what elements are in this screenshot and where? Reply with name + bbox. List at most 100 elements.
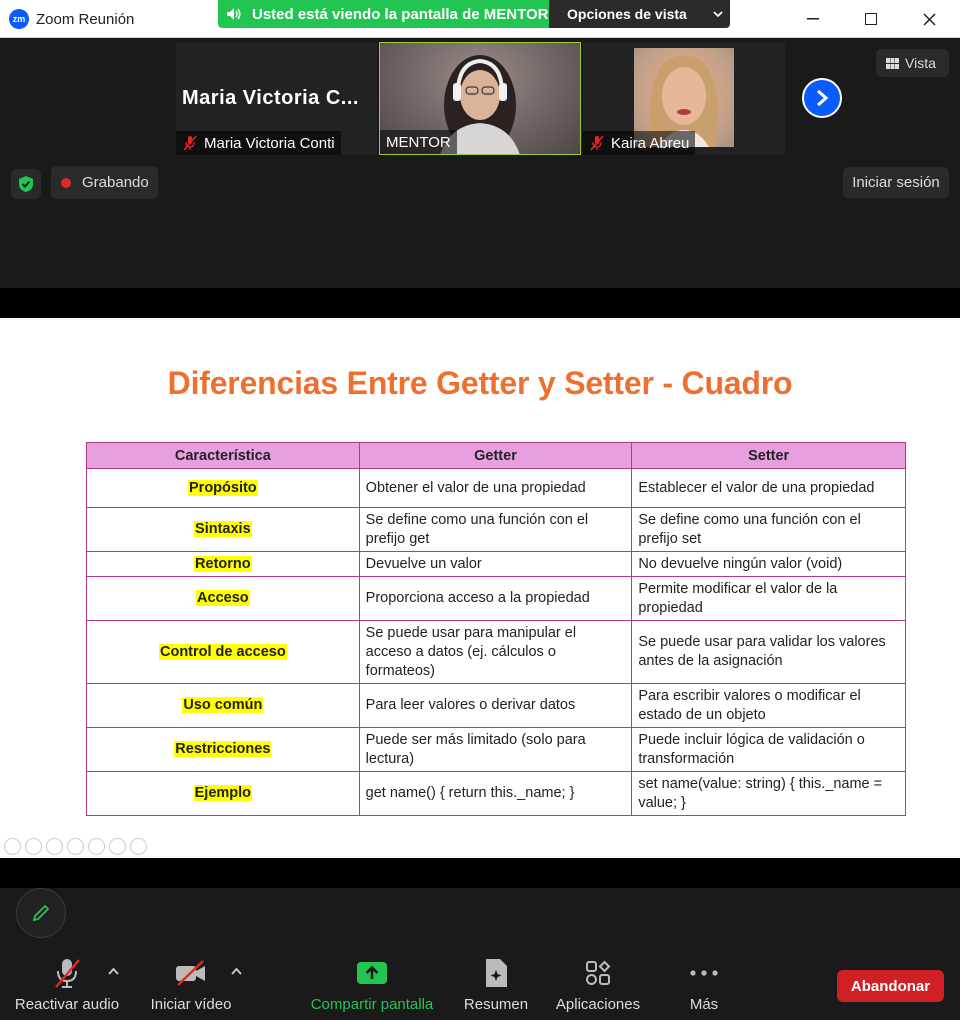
copy-icon[interactable] [67,838,84,855]
share-status: Usted está viendo la pantalla de MENTOR [218,0,549,28]
participant-label: MENTOR [380,130,457,154]
participant-label: Maria Victoria Conti [176,131,341,155]
feature-label: Propósito [188,479,258,496]
share-letterbox-bottom [0,858,960,888]
slide-title: Diferencias Entre Getter y Setter - Cuad… [167,365,793,401]
participant-display-name: Maria Victoria C... [182,87,359,109]
apps-button[interactable]: Aplicaciones [554,955,642,1013]
apps-icon [585,955,611,991]
pen-icon[interactable] [46,838,63,855]
feature-label: Acceso [196,590,250,606]
setter-cell: Puede incluir lógica de validación o tra… [631,727,906,772]
leave-meeting-button[interactable]: Abandonar [837,970,944,1002]
window-title: Zoom Reunión [36,11,135,28]
chevron-down-icon [713,10,723,17]
feature-cell: Control de acceso [86,620,360,684]
participant-tile[interactable]: Kaira Abreu [583,42,785,155]
feature-label: Sintaxis [194,521,252,537]
share-screen-icon [356,955,388,991]
more-dots-icon [690,955,718,991]
setter-cell: Se define como una función con el prefij… [631,507,906,552]
column-header: Setter [631,442,906,469]
minimize-button[interactable] [784,0,842,38]
feature-label: Retorno [194,555,252,572]
start-video-button[interactable]: Iniciar vídeo [146,955,236,1013]
audio-options-chevron-up-icon[interactable] [108,967,119,975]
table-row: Control de acceso Se puede usar para man… [86,620,906,684]
feature-cell: Ejemplo [86,771,360,816]
unmute-audio-button[interactable]: Reactivar audio [14,955,120,1013]
view-options-label: Opciones de vista [567,6,687,22]
video-gallery: Maria Victoria C... Maria Victoria Conti [0,38,960,288]
recording-dot-icon [61,177,71,188]
microphone-muted-icon [52,955,82,991]
share-status-text: Usted está viendo la pantalla de MENTOR [252,5,549,23]
table-row: Restricciones Puede ser más limitado (so… [86,727,906,772]
table-row: Acceso Proporciona acceso a la propiedad… [86,576,906,621]
feature-cell: Uso común [86,683,360,728]
table-row: Sintaxis Se define como una función con … [86,507,906,552]
table-row: Retorno Devuelve un valor No devuelve ni… [86,551,906,577]
feature-label: Restricciones [174,741,272,757]
start-video-label: Iniciar vídeo [150,996,232,1013]
chevron-right-icon [817,89,828,107]
next-slide-icon[interactable] [25,838,42,855]
feature-cell: Propósito [86,468,360,508]
next-page-button[interactable] [802,78,842,118]
minimize-icon [807,18,819,20]
annotate-button[interactable] [16,888,66,938]
recording-indicator[interactable]: Grabando [51,166,158,199]
more-label: Más [689,996,719,1013]
summary-label: Resumen [463,996,529,1013]
camera-icon[interactable] [109,838,126,855]
view-button-label: Vista [905,55,936,71]
screen-share-banner: Usted está viendo la pantalla de MENTOR … [218,0,730,28]
table-row: Ejemplo get name() { return this._name; … [86,771,906,816]
previous-slide-icon[interactable] [4,838,21,855]
grid-icon [886,57,899,69]
meeting-toolbar: Reactivar audio Iniciar vídeo Compartir … [0,955,960,1020]
getter-cell: Puede ser más limitado (solo para lectur… [358,727,633,772]
video-options-chevron-up-icon[interactable] [231,967,242,975]
sign-in-button[interactable]: Iniciar sesión [843,167,949,198]
more-icon[interactable] [130,838,147,855]
setter-cell: Para escribir valores o modificar el est… [631,683,906,728]
security-shield-button[interactable] [11,169,41,199]
feature-cell: Restricciones [86,727,360,772]
video-off-icon [174,955,208,991]
participant-name: MENTOR [386,133,451,151]
shield-icon [19,176,33,192]
setter-cell: Establecer el valor de una propiedad [631,468,906,508]
participant-label: Kaira Abreu [583,131,696,155]
feature-cell: Sintaxis [86,507,360,552]
column-header: Característica [86,442,360,469]
setter-cell: set name(value: string) { this._name = v… [631,771,906,816]
column-header: Getter [358,442,633,469]
participant-name: Kaira Abreu [611,134,690,152]
feature-label: Control de acceso [158,643,287,660]
view-options-dropdown[interactable]: Opciones de vista [549,0,730,28]
getter-cell: Proporciona acceso a la propiedad [358,576,633,621]
microphone-muted-icon [590,135,604,151]
view-button[interactable]: Vista [876,49,949,77]
table-row: Propósito Obtener el valor de una propie… [86,468,906,508]
zoom-logo-icon: zm [9,9,29,29]
maximize-button[interactable] [842,0,900,38]
share-screen-button[interactable]: Compartir pantalla [306,955,438,1013]
feature-cell: Retorno [86,551,360,577]
close-button[interactable] [900,0,958,38]
summary-button[interactable]: Resumen [462,955,530,1013]
slide-annotation-controls [4,838,147,855]
getter-cell: Se define como una función con el prefij… [358,507,633,552]
participant-tile-active-speaker[interactable]: MENTOR [379,42,581,155]
speaker-icon [227,8,241,20]
getter-cell: Obtener el valor de una propiedad [358,468,633,508]
zoom-icon[interactable] [88,838,105,855]
getter-cell: Se puede usar para manipular el acceso a… [358,620,633,684]
participant-tile[interactable]: Maria Victoria C... Maria Victoria Conti [176,42,377,155]
more-button[interactable]: Más [680,955,728,1013]
setter-cell: No devuelve ningún valor (void) [631,551,906,577]
recording-label: Grabando [82,174,149,191]
comparison-table: Característica Getter Setter Propósito O… [86,442,906,816]
setter-cell: Se puede usar para validar los valores a… [631,620,906,684]
